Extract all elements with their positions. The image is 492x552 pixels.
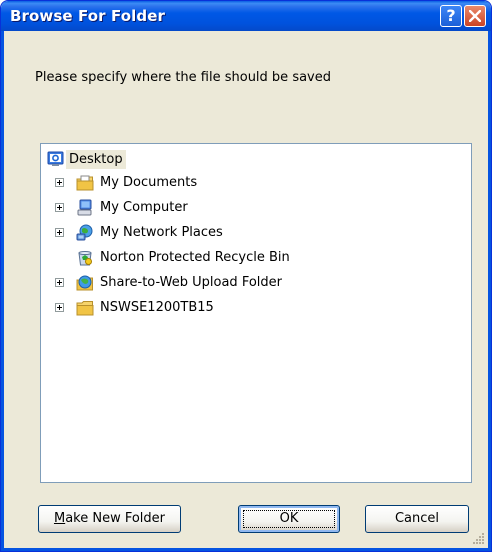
expand-icon[interactable] xyxy=(55,178,64,187)
tree-item-my-network-places[interactable]: My Network Places xyxy=(55,222,295,244)
tree-item-desktop[interactable]: Desktop xyxy=(45,148,245,170)
expand-icon[interactable] xyxy=(55,228,64,237)
tree-item-share-to-web[interactable]: Share-to-Web Upload Folder xyxy=(55,272,325,294)
folder-tree[interactable]: Desktop My Documents My Computer My Netw… xyxy=(40,143,472,483)
title-bar[interactable]: Browse For Folder ? xyxy=(1,1,491,31)
expand-icon[interactable] xyxy=(55,278,64,287)
dialog-prompt: Please specify where the file should be … xyxy=(35,70,331,85)
my-documents-icon xyxy=(76,175,94,191)
ok-button[interactable]: OK xyxy=(238,505,340,533)
share-web-folder-icon xyxy=(76,275,93,291)
help-icon: ? xyxy=(446,6,456,25)
resize-grip-icon[interactable] xyxy=(471,531,485,545)
close-button[interactable] xyxy=(464,5,486,27)
my-computer-icon xyxy=(77,199,92,216)
tree-item-label: My Documents xyxy=(100,175,198,190)
window-frame-right xyxy=(488,31,491,551)
recycle-bin-icon xyxy=(78,251,92,266)
browse-for-folder-dialog: Browse For Folder ? Please specify where… xyxy=(0,0,492,552)
tree-item-label: My Computer xyxy=(100,200,188,215)
make-new-folder-button[interactable]: Make New Folder xyxy=(38,505,181,533)
focus-rect xyxy=(243,510,335,528)
tree-item-label: NSWSE1200TB15 xyxy=(100,300,214,315)
window-title: Browse For Folder xyxy=(10,7,165,25)
tree-item-norton-recycle-bin[interactable]: Norton Protected Recycle Bin xyxy=(55,247,325,269)
expand-icon[interactable] xyxy=(55,303,64,312)
tree-item-label: Norton Protected Recycle Bin xyxy=(100,250,290,265)
window-frame-bottom xyxy=(1,548,491,551)
cancel-label: Cancel xyxy=(394,511,440,526)
folder-icon xyxy=(76,301,94,316)
make-new-folder-label: Make New Folder xyxy=(53,511,166,526)
tree-item-nswse1200tb15[interactable]: NSWSE1200TB15 xyxy=(55,297,285,319)
tree-item-label: My Network Places xyxy=(100,225,223,240)
tree-item-my-computer[interactable]: My Computer xyxy=(55,197,285,219)
cancel-button[interactable]: Cancel xyxy=(365,505,469,533)
help-button[interactable]: ? xyxy=(440,5,462,27)
tree-item-desktop-label: Desktop xyxy=(66,150,126,169)
close-icon xyxy=(469,10,481,22)
network-places-icon xyxy=(76,224,93,241)
expand-icon[interactable] xyxy=(55,203,64,212)
tree-item-label: Share-to-Web Upload Folder xyxy=(100,275,282,290)
desktop-icon xyxy=(47,151,64,166)
tree-item-my-documents[interactable]: My Documents xyxy=(55,172,285,194)
window-frame-left xyxy=(1,31,4,551)
